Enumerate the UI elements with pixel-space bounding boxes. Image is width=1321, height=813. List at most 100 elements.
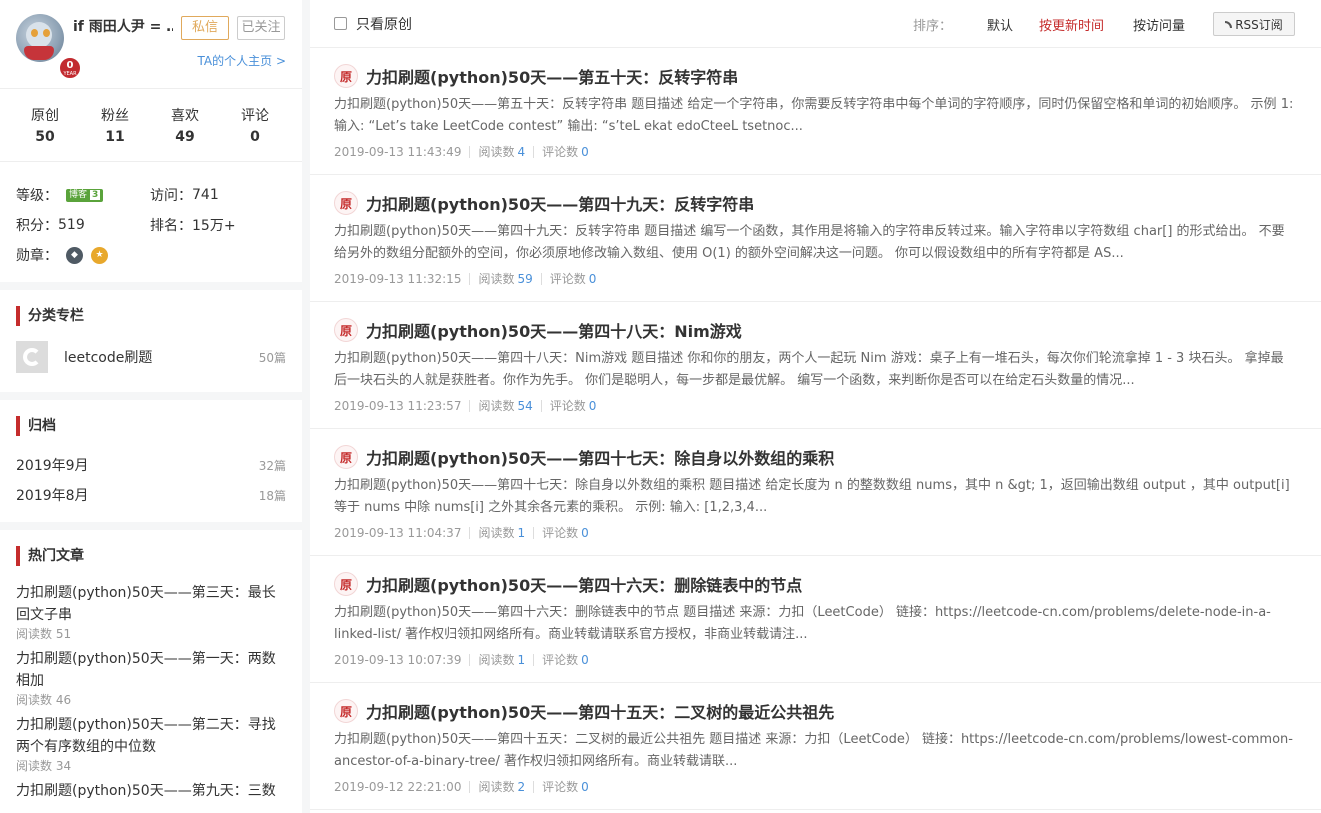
stat-fans[interactable]: 粉丝 11 bbox=[80, 105, 150, 161]
stat-original[interactable]: 原创 50 bbox=[10, 105, 80, 161]
rank-label: 排名： bbox=[150, 218, 192, 234]
hot-title: 热门文章 bbox=[16, 546, 286, 566]
hot-article-reads: 阅读数 34 bbox=[16, 759, 72, 773]
article-item[interactable]: 原力扣刷题(python)50天——第四十七天：除自身以外数组的乘积 力扣刷题(p… bbox=[310, 429, 1321, 556]
article-item[interactable]: 原力扣刷题(python)50天——第四十九天：反转字符串 力扣刷题(python… bbox=[310, 175, 1321, 302]
username[interactable]: if 雨田人尹 = … bbox=[73, 16, 173, 36]
comments-count: 0 bbox=[581, 525, 589, 540]
only-original-label[interactable]: 只看原创 bbox=[356, 14, 412, 34]
columns-title: 分类专栏 bbox=[16, 306, 286, 326]
sort-newest-option[interactable]: 按更新时间 bbox=[1039, 15, 1104, 34]
article-title[interactable]: 力扣刷题(python)50天——第四十九天：反转字符串 bbox=[366, 191, 754, 215]
article-item[interactable]: 原力扣刷题(python)50天——第四十八天：Nim游戏 力扣刷题(python… bbox=[310, 302, 1321, 429]
article-title[interactable]: 力扣刷题(python)50天——第五十天：反转字符串 bbox=[366, 64, 738, 88]
article-summary: 力扣刷题(python)50天——第四十五天：二叉树的最近公共祖先 题目描述 来… bbox=[334, 732, 1293, 769]
meta-divider bbox=[469, 780, 471, 793]
homepage-link[interactable]: TA的个人主页 > bbox=[198, 52, 286, 69]
hot-article-item[interactable]: 力扣刷题(python)50天——第三天：最长回文子串 阅读数 51 bbox=[16, 582, 286, 642]
hot-article-title[interactable]: 力扣刷题(python)50天——第二天：寻找两个有序数组的中位数 bbox=[16, 714, 280, 758]
stat-comments[interactable]: 评论 0 bbox=[220, 105, 290, 161]
original-badge: 原 bbox=[334, 699, 358, 723]
medal-hexagon-icon[interactable]: ◆ bbox=[66, 246, 83, 264]
profile-info: 等级： 博客 3 访问： 741 积分： 519 排名： 15万+ 勋章： ◆ … bbox=[16, 180, 284, 270]
hot-article-title[interactable]: 力扣刷题(python)50天——第一天：两数相加 bbox=[16, 648, 280, 692]
profile-card: 0 YEAR if 雨田人尹 = … 私信 已关注 TA的个人主页 > 原创 5… bbox=[0, 0, 302, 282]
list-toolbar: 只看原创 排序： 默认 按更新时间 按访问量 RSS订阅 bbox=[310, 0, 1321, 48]
article-meta: 2019-09-13 10:07:39 阅读数 1 评论数 0 bbox=[334, 651, 1297, 668]
article-summary: 力扣刷题(python)50天——第四十六天：删除链表中的节点 题目描述 来源：… bbox=[334, 605, 1271, 642]
avatar[interactable]: 0 YEAR bbox=[16, 14, 82, 80]
hot-article-title[interactable]: 力扣刷题(python)50天——第九天：三数 bbox=[16, 780, 280, 802]
sort-views-option[interactable]: 按访问量 bbox=[1133, 15, 1185, 34]
level-badge-text: 博客 bbox=[69, 189, 88, 200]
only-original-checkbox[interactable] bbox=[334, 17, 347, 30]
comments-count: 0 bbox=[581, 144, 589, 159]
article-item[interactable]: 原力扣刷题(python)50天——第四十五天：二叉树的最近公共祖先力扣刷题(p… bbox=[310, 683, 1321, 810]
meta-divider bbox=[469, 399, 471, 412]
article-meta: 2019-09-13 11:04:37 阅读数 1 评论数 0 bbox=[334, 524, 1297, 541]
article-meta: 2019-09-13 11:32:15 阅读数 59 评论数 0 bbox=[334, 270, 1297, 287]
article-title[interactable]: 力扣刷题(python)50天——第四十六天：删除链表中的节点 bbox=[366, 572, 802, 596]
article-head: 原力扣刷题(python)50天——第四十九天：反转字符串 bbox=[334, 191, 1297, 215]
column-item[interactable]: leetcode刷题 50篇 bbox=[16, 340, 286, 374]
article-title[interactable]: 力扣刷题(python)50天——第四十八天：Nim游戏 bbox=[366, 318, 742, 342]
original-badge: 原 bbox=[334, 191, 358, 215]
article-summary: 力扣刷题(python)50天——第四十八天：Nim游戏 题目描述 你和你的朋友… bbox=[334, 351, 1284, 388]
archive-count: 32篇 bbox=[258, 458, 286, 473]
article-date: 2019-09-13 11:43:49 bbox=[334, 144, 462, 159]
follow-button[interactable]: 已关注 bbox=[237, 16, 285, 40]
hot-articles-widget: 热门文章 力扣刷题(python)50天——第三天：最长回文子串 阅读数 51 … bbox=[0, 530, 302, 813]
stat-likes[interactable]: 喜欢 49 bbox=[150, 105, 220, 161]
stat-value: 0 bbox=[250, 129, 260, 145]
rank-cell: 排名： 15万+ bbox=[150, 215, 284, 235]
year-badge: 0 YEAR bbox=[58, 56, 82, 80]
archive-title: 归档 bbox=[16, 416, 286, 436]
reads-label: 阅读数 bbox=[478, 145, 515, 159]
reads-count: 54 bbox=[517, 398, 533, 413]
info-row: 积分： 519 排名： 15万+ bbox=[16, 210, 284, 240]
stat-value: 49 bbox=[175, 129, 195, 145]
rss-icon bbox=[1225, 20, 1233, 28]
stat-label: 粉丝 bbox=[101, 108, 129, 124]
article-item[interactable]: 原力扣刷题(python)50天——第四十六天：删除链表中的节点 力扣刷题(pyt… bbox=[310, 556, 1321, 683]
article-item[interactable]: 原力扣刷题(python)50天——第五十天：反转字符串 力扣刷题(python)… bbox=[310, 48, 1321, 175]
comments-count: 0 bbox=[588, 271, 597, 286]
column-count: 50篇 bbox=[258, 350, 286, 365]
hot-article-item[interactable]: 力扣刷题(python)50天——第九天：三数 bbox=[16, 780, 286, 802]
article-title[interactable]: 力扣刷题(python)50天——第四十五天：二叉树的最近公共祖先 bbox=[366, 699, 834, 723]
reads-count: 1 bbox=[517, 652, 526, 667]
hot-article-title[interactable]: 力扣刷题(python)50天——第三天：最长回文子串 bbox=[16, 582, 280, 626]
year-badge-label: YEAR bbox=[63, 71, 77, 77]
rss-subscribe-button[interactable]: RSS订阅 bbox=[1213, 12, 1295, 36]
visits-label: 访问： bbox=[150, 188, 192, 204]
sort-label: 排序： bbox=[913, 19, 953, 34]
sidebar: 0 YEAR if 雨田人尹 = … 私信 已关注 TA的个人主页 > 原创 5… bbox=[0, 0, 302, 813]
level-badge-number: 3 bbox=[90, 189, 101, 200]
hot-article-item[interactable]: 力扣刷题(python)50天——第一天：两数相加 阅读数 46 bbox=[16, 648, 286, 708]
article-head: 原力扣刷题(python)50天——第四十六天：删除链表中的节点 bbox=[334, 572, 1297, 596]
message-button[interactable]: 私信 bbox=[181, 16, 229, 40]
level-badge[interactable]: 博客 3 bbox=[66, 188, 104, 202]
archive-item[interactable]: 2019年9月 32篇 bbox=[16, 450, 286, 480]
medals-cell: 勋章： ◆ ★ bbox=[16, 245, 150, 265]
article-title[interactable]: 力扣刷题(python)50天——第四十七天：除自身以外数组的乘积 bbox=[366, 445, 834, 469]
hot-article-reads: 阅读数 51 bbox=[16, 627, 72, 641]
rss-label: RSS订阅 bbox=[1235, 17, 1283, 32]
sort-default-option[interactable]: 默认 bbox=[987, 15, 1013, 34]
article-meta: 2019-09-13 11:43:49 阅读数 4 评论数 0 bbox=[334, 143, 1297, 160]
column-logo-icon bbox=[16, 341, 48, 373]
year-badge-number: 0 bbox=[66, 60, 74, 71]
meta-divider bbox=[469, 272, 471, 285]
level-cell: 等级： 博客 3 bbox=[16, 185, 150, 205]
stat-label: 原创 bbox=[31, 108, 59, 124]
meta-divider bbox=[469, 526, 471, 539]
article-head: 原力扣刷题(python)50天——第五十天：反转字符串 bbox=[334, 64, 1297, 88]
stats-bar: 原创 50 粉丝 11 喜欢 49 评论 0 bbox=[0, 88, 302, 162]
comments-label: 评论数 bbox=[542, 145, 579, 159]
stat-value: 11 bbox=[105, 129, 125, 145]
medal-star-icon[interactable]: ★ bbox=[91, 246, 108, 264]
archive-item[interactable]: 2019年8月 18篇 bbox=[16, 480, 286, 510]
hot-article-item[interactable]: 力扣刷题(python)50天——第二天：寻找两个有序数组的中位数 阅读数 34 bbox=[16, 714, 286, 774]
points-value: 519 bbox=[58, 217, 85, 233]
comments-label: 评论数 bbox=[549, 272, 586, 286]
